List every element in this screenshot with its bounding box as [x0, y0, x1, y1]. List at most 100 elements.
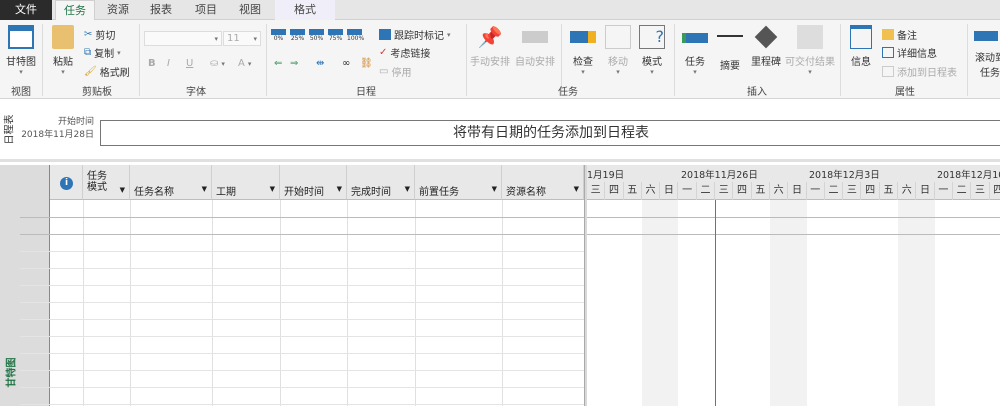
mode-button[interactable]: ? 模式 ▾: [637, 23, 667, 76]
timescale-day: 二: [697, 182, 716, 200]
table-row-line: [20, 353, 584, 354]
insert-summary-button[interactable]: 摘要: [715, 23, 745, 72]
inspect-button[interactable]: 检查 ▾: [567, 23, 599, 76]
unlink-tasks-button[interactable]: ⛓: [360, 58, 373, 69]
tab-report[interactable]: 报表: [143, 0, 179, 20]
information-button[interactable]: 信息: [846, 23, 876, 68]
column-header-start[interactable]: 开始时间 ▼: [280, 165, 347, 200]
manual-schedule-button[interactable]: 📌 手动安排: [468, 23, 512, 68]
column-header-duration[interactable]: 工期 ▼: [212, 165, 280, 200]
timescale-day: 六: [898, 182, 917, 200]
font-color-button[interactable]: A ▾: [238, 58, 251, 69]
indent-button[interactable]: ⇒: [290, 58, 298, 69]
font-name-select[interactable]: ▾: [144, 31, 222, 46]
nonworking-day-shade: [916, 200, 935, 406]
link-icon: ∞: [342, 58, 351, 69]
format-painter-button[interactable]: 🖌 格式刷: [84, 64, 130, 79]
tab-project[interactable]: 项目: [188, 0, 224, 20]
insert-milestone-button[interactable]: 里程碑: [748, 23, 784, 68]
table-row-line: [20, 217, 584, 218]
column-header-resource-names[interactable]: 资源名称 ▼: [502, 165, 584, 200]
auto-schedule-button[interactable]: 自动安排: [513, 23, 557, 68]
details-button[interactable]: 详细信息: [882, 45, 937, 60]
timescale-day: 五: [624, 182, 642, 200]
notes-icon: [882, 29, 894, 40]
percent-50-button[interactable]: 50%: [309, 29, 324, 42]
percent-25-button[interactable]: 25%: [290, 29, 305, 42]
table-row-line: [20, 268, 584, 269]
column-header-finish[interactable]: 完成时间 ▼: [347, 165, 415, 200]
unlink-icon: ⛓: [360, 58, 373, 69]
nonworking-day-shade: [641, 200, 661, 406]
divider: [967, 24, 968, 96]
outdent-icon: ⇐: [274, 58, 283, 69]
inactivate-icon: ▭: [379, 66, 389, 77]
divider: [139, 24, 140, 96]
info-icon: i: [60, 177, 73, 190]
percent-100-button[interactable]: 100%: [347, 29, 364, 42]
split-task-button[interactable]: ⇹: [316, 58, 324, 69]
add-to-timeline-button[interactable]: 添加到日程表: [882, 64, 957, 79]
insert-deliverable-button[interactable]: 可交付结果 ▾: [785, 23, 835, 76]
gantt-chart-button[interactable]: 甘特图 ▾: [3, 23, 39, 76]
ribbon: 甘特图 ▾ 视图 粘贴 ▾ ✂ 剪切 ⧉ 复制 ▾ 🖌 格式刷 剪贴板 ▾ 11 ▾ B I …: [0, 20, 1000, 99]
italic-button[interactable]: I: [167, 58, 170, 69]
copy-icon: ⧉: [84, 47, 92, 58]
timescale-day: 二: [953, 182, 972, 200]
column-header-task-mode[interactable]: 任务 模式 ▼: [83, 165, 130, 200]
timeline-pane: 日程表 开始时间 2018年11月28日 将带有日期的任务添加到日程表: [0, 100, 1000, 162]
table-row-line: [20, 370, 584, 371]
gantt-chart-icon: [8, 25, 34, 49]
percent-0-button[interactable]: 0%: [271, 29, 286, 42]
font-size-select[interactable]: 11 ▾: [223, 31, 261, 46]
scroll-to-task-button[interactable]: 滚动到任务: [970, 23, 1000, 79]
add-to-timeline-icon: [882, 66, 894, 77]
respect-links-button[interactable]: ✓ 考虑链接: [379, 45, 430, 60]
split-task-icon: ⇹: [316, 58, 325, 69]
insert-task-button[interactable]: 任务 ▾: [680, 23, 710, 76]
group-label-view: 视图: [11, 87, 31, 98]
mark-on-track-button[interactable]: 跟踪时标记 ▾: [379, 27, 451, 42]
tab-view[interactable]: 视图: [232, 0, 268, 20]
timescale-day: 四: [990, 182, 1000, 200]
cut-button[interactable]: ✂ 剪切: [84, 27, 115, 42]
dropdown-icon: ▼: [201, 185, 207, 193]
indicators-header[interactable]: i: [50, 165, 83, 200]
group-label-font: 字体: [186, 87, 206, 98]
nonworking-day-shade: [788, 200, 807, 406]
paste-button[interactable]: 粘贴 ▾: [48, 23, 78, 76]
move-button[interactable]: 移动 ▾: [603, 23, 633, 76]
inactivate-button[interactable]: ▭ 停用: [379, 64, 411, 79]
column-header-predecessors[interactable]: 前置任务 ▼: [415, 165, 502, 200]
tab-resource[interactable]: 资源: [100, 0, 136, 20]
move-icon: [605, 25, 631, 49]
tab-file[interactable]: 文件: [0, 0, 52, 20]
dropdown-icon: ▼: [119, 186, 125, 194]
timescale-day: 三: [843, 182, 862, 200]
divider: [466, 24, 467, 96]
table-row-line: [587, 217, 1000, 218]
highlight-color-button[interactable]: ⛀ ▾: [210, 58, 225, 69]
table-row-line: [20, 234, 584, 235]
underline-button[interactable]: U: [186, 58, 193, 69]
copy-button[interactable]: ⧉ 复制 ▾: [84, 45, 121, 60]
respect-links-icon: ✓: [379, 47, 388, 58]
notes-button[interactable]: 备注: [882, 27, 917, 42]
group-label-clipboard: 剪贴板: [82, 87, 112, 98]
bold-button[interactable]: B: [148, 58, 156, 69]
tab-task[interactable]: 任务: [55, 0, 95, 21]
timeline-bar[interactable]: 将带有日期的任务添加到日程表: [100, 120, 1000, 146]
tab-format[interactable]: 格式: [275, 0, 335, 20]
timescale-day: 四: [605, 182, 624, 200]
column-header-task-name[interactable]: 任务名称 ▼: [130, 165, 212, 200]
inspect-icon: [570, 31, 596, 43]
information-icon: [850, 25, 872, 49]
divider: [266, 24, 267, 96]
percent-75-button[interactable]: 75%: [328, 29, 343, 42]
insert-task-icon: [682, 33, 708, 43]
summary-icon: [717, 35, 743, 43]
outdent-button[interactable]: ⇐: [274, 58, 282, 69]
link-tasks-button[interactable]: ∞: [342, 58, 350, 69]
timescale-day: 三: [587, 182, 606, 200]
paste-icon: [52, 25, 74, 49]
